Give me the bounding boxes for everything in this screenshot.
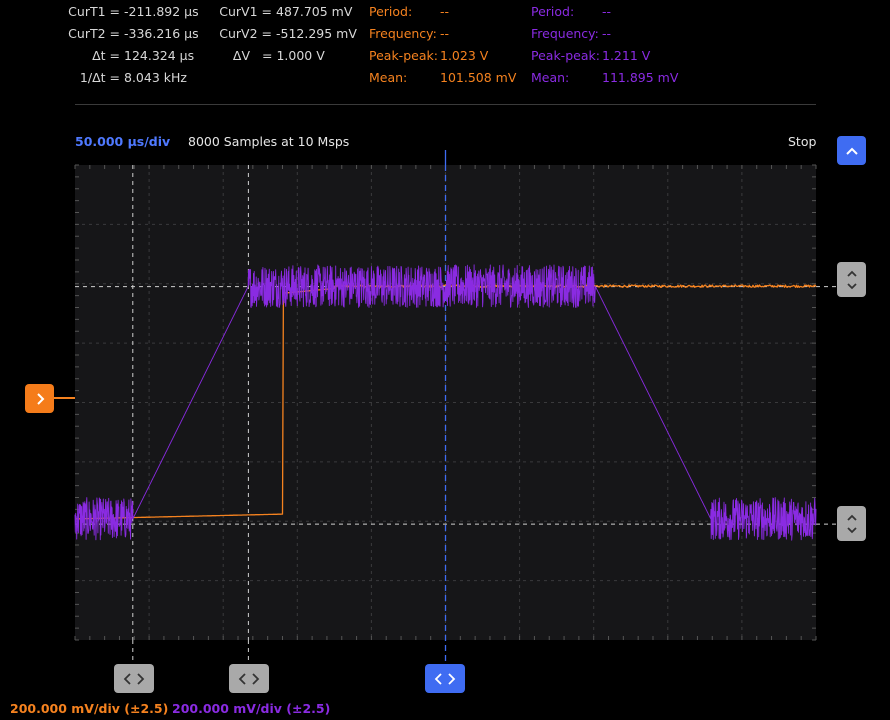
- oscilloscope-display[interactable]: [0, 0, 890, 720]
- ch1-scale-label[interactable]: 200.000 mV/div (±2.5): [10, 701, 168, 716]
- chevron-up-down-icon: [846, 514, 857, 533]
- ch2-scale-label[interactable]: 200.000 mV/div (±2.5): [172, 701, 330, 716]
- chevron-left-right-icon: [238, 672, 260, 685]
- voltage-cursor1-handle[interactable]: [837, 262, 866, 297]
- chevron-right-icon: [36, 392, 44, 405]
- time-cursor1-handle[interactable]: [114, 664, 154, 693]
- chevron-up-down-icon: [846, 270, 857, 289]
- chevron-left-right-icon: [434, 672, 456, 685]
- collapse-button[interactable]: [837, 136, 866, 165]
- ch1-offset-handle[interactable]: [25, 384, 54, 413]
- voltage-cursor2-handle[interactable]: [837, 506, 866, 541]
- chevron-left-right-icon: [123, 672, 145, 685]
- chevron-up-icon: [845, 147, 858, 155]
- time-cursor2-handle[interactable]: [229, 664, 269, 693]
- ch1-offset-marker: [54, 397, 75, 399]
- trigger-position-handle[interactable]: [425, 664, 465, 693]
